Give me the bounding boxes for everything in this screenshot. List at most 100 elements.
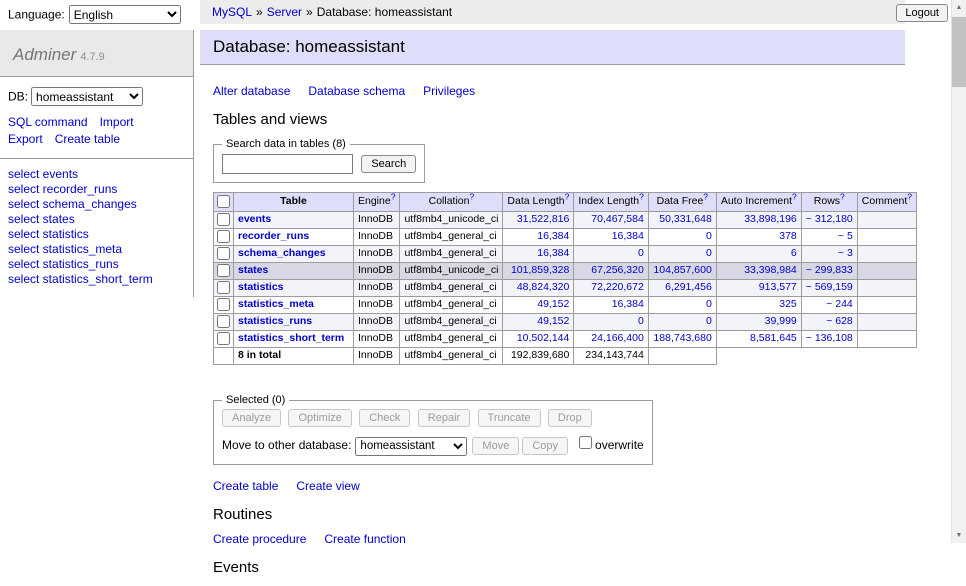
move-button[interactable]: Move xyxy=(472,437,519,455)
help-icon[interactable]: ? xyxy=(391,191,396,201)
auto-increment-link[interactable]: 378 xyxy=(779,230,797,242)
bulk-action-button[interactable]: Drop xyxy=(548,409,592,427)
index-length-link[interactable]: 0 xyxy=(638,315,644,327)
data-free-link[interactable]: 6,291,456 xyxy=(665,281,712,293)
help-icon[interactable]: ? xyxy=(792,191,797,201)
data-free-link[interactable]: 0 xyxy=(706,230,712,242)
table-name-link[interactable]: statistics xyxy=(238,281,284,293)
rows-count-link[interactable]: ~ 299,833 xyxy=(806,264,853,276)
table-name-link[interactable]: statistics_runs xyxy=(238,315,312,327)
bulk-action-button[interactable]: Optimize xyxy=(288,409,351,427)
bulk-action-button[interactable]: Analyze xyxy=(222,409,281,427)
auto-increment-link[interactable]: 33,398,984 xyxy=(744,264,797,276)
sidebar-select-link[interactable]: select events xyxy=(8,167,185,182)
index-length-link[interactable]: 70,467,584 xyxy=(591,213,644,225)
index-length-link[interactable]: 72,220,672 xyxy=(591,281,644,293)
data-free-link[interactable]: 188,743,680 xyxy=(653,332,711,344)
scrollbar-thumb[interactable] xyxy=(952,17,966,87)
auto-increment-link[interactable]: 6 xyxy=(791,247,797,259)
index-length-link[interactable]: 24,166,400 xyxy=(591,332,644,344)
export-link[interactable]: Export xyxy=(8,132,43,146)
search-button[interactable]: Search xyxy=(361,155,416,173)
search-input[interactable] xyxy=(222,154,353,174)
bulk-action-button[interactable]: Truncate xyxy=(478,409,541,427)
create-view-link[interactable]: Create view xyxy=(296,479,359,493)
sidebar-select-link[interactable]: select statistics_short_term xyxy=(8,272,185,287)
select-all-checkbox[interactable] xyxy=(217,195,230,208)
row-checkbox[interactable] xyxy=(217,264,230,277)
data-free-link[interactable]: 0 xyxy=(706,315,712,327)
breadcrumb-link-server[interactable]: Server xyxy=(267,5,302,19)
auto-increment-link[interactable]: 8,581,645 xyxy=(750,332,797,344)
import-link[interactable]: Import xyxy=(100,115,134,129)
rows-count-link[interactable]: ~ 136,108 xyxy=(806,332,853,344)
overwrite-checkbox[interactable] xyxy=(579,436,592,449)
data-length-link[interactable]: 16,384 xyxy=(537,230,569,242)
rows-count-link[interactable]: ~ 628 xyxy=(826,315,853,327)
help-icon[interactable]: ? xyxy=(907,191,912,201)
data-free-link[interactable]: 104,857,600 xyxy=(653,264,711,276)
copy-button[interactable]: Copy xyxy=(522,437,568,455)
row-checkbox[interactable] xyxy=(217,332,230,345)
sidebar-select-link[interactable]: select recorder_runs xyxy=(8,182,185,197)
overwrite-label[interactable]: overwrite xyxy=(575,438,644,452)
table-name-link[interactable]: statistics_meta xyxy=(238,298,314,310)
alter-database-link[interactable]: Alter database xyxy=(213,84,290,98)
breadcrumb-link-mysql[interactable]: MySQL xyxy=(212,5,252,19)
auto-increment-link[interactable]: 913,577 xyxy=(759,281,797,293)
language-select[interactable]: English xyxy=(69,5,181,24)
table-name-link[interactable]: recorder_runs xyxy=(238,230,309,242)
data-length-link[interactable]: 49,152 xyxy=(537,298,569,310)
sidebar-select-link[interactable]: select statistics_meta xyxy=(8,242,185,257)
index-length-link[interactable]: 67,256,320 xyxy=(591,264,644,276)
index-length-link[interactable]: 16,384 xyxy=(612,298,644,310)
table-name-link[interactable]: events xyxy=(238,213,271,225)
row-checkbox[interactable] xyxy=(217,230,230,243)
data-length-link[interactable]: 10,502,144 xyxy=(517,332,570,344)
row-checkbox[interactable] xyxy=(217,298,230,311)
data-length-link[interactable]: 49,152 xyxy=(537,315,569,327)
scroll-down-icon[interactable]: ▼ xyxy=(952,528,966,543)
rows-count-link[interactable]: ~ 244 xyxy=(826,298,853,310)
sql-command-link[interactable]: SQL command xyxy=(8,115,88,129)
data-free-link[interactable]: 0 xyxy=(706,298,712,310)
index-length-link[interactable]: 16,384 xyxy=(612,230,644,242)
app-name-link[interactable]: Adminer xyxy=(13,45,76,64)
help-icon[interactable]: ? xyxy=(565,191,570,201)
help-icon[interactable]: ? xyxy=(840,191,845,201)
row-checkbox[interactable] xyxy=(217,315,230,328)
row-checkbox[interactable] xyxy=(217,281,230,294)
database-schema-link[interactable]: Database schema xyxy=(308,84,405,98)
data-free-link[interactable]: 0 xyxy=(706,247,712,259)
scroll-up-icon[interactable]: ▲ xyxy=(952,0,966,15)
auto-increment-link[interactable]: 39,999 xyxy=(765,315,797,327)
move-db-select[interactable]: homeassistant xyxy=(355,437,467,456)
table-name-link[interactable]: schema_changes xyxy=(238,247,326,259)
data-length-link[interactable]: 101,859,328 xyxy=(511,264,569,276)
row-checkbox[interactable] xyxy=(217,213,230,226)
table-name-link[interactable]: states xyxy=(238,264,268,276)
data-length-link[interactable]: 31,522,816 xyxy=(517,213,570,225)
table-name-link[interactable]: statistics_short_term xyxy=(238,332,344,344)
help-icon[interactable]: ? xyxy=(469,191,474,201)
privileges-link[interactable]: Privileges xyxy=(423,84,475,98)
bulk-action-button[interactable]: Check xyxy=(359,409,410,427)
sidebar-select-link[interactable]: select statistics_runs xyxy=(8,257,185,272)
index-length-link[interactable]: 0 xyxy=(638,247,644,259)
create-function-link[interactable]: Create function xyxy=(324,532,405,546)
vertical-scrollbar[interactable]: ▲ ▼ xyxy=(951,0,966,543)
data-length-link[interactable]: 16,384 xyxy=(537,247,569,259)
data-free-link[interactable]: 50,331,648 xyxy=(659,213,712,225)
data-length-link[interactable]: 48,824,320 xyxy=(517,281,570,293)
rows-count-link[interactable]: ~ 569,159 xyxy=(806,281,853,293)
sidebar-select-link[interactable]: select statistics xyxy=(8,227,185,242)
sidebar-select-link[interactable]: select states xyxy=(8,212,185,227)
logout-button[interactable]: Logout xyxy=(896,4,948,22)
row-checkbox[interactable] xyxy=(217,247,230,260)
auto-increment-link[interactable]: 325 xyxy=(779,298,797,310)
create-table-link-sidebar[interactable]: Create table xyxy=(55,132,120,146)
create-procedure-link[interactable]: Create procedure xyxy=(213,532,306,546)
db-select[interactable]: homeassistant xyxy=(31,87,143,106)
rows-count-link[interactable]: ~ 3 xyxy=(838,247,853,259)
help-icon[interactable]: ? xyxy=(703,191,708,201)
